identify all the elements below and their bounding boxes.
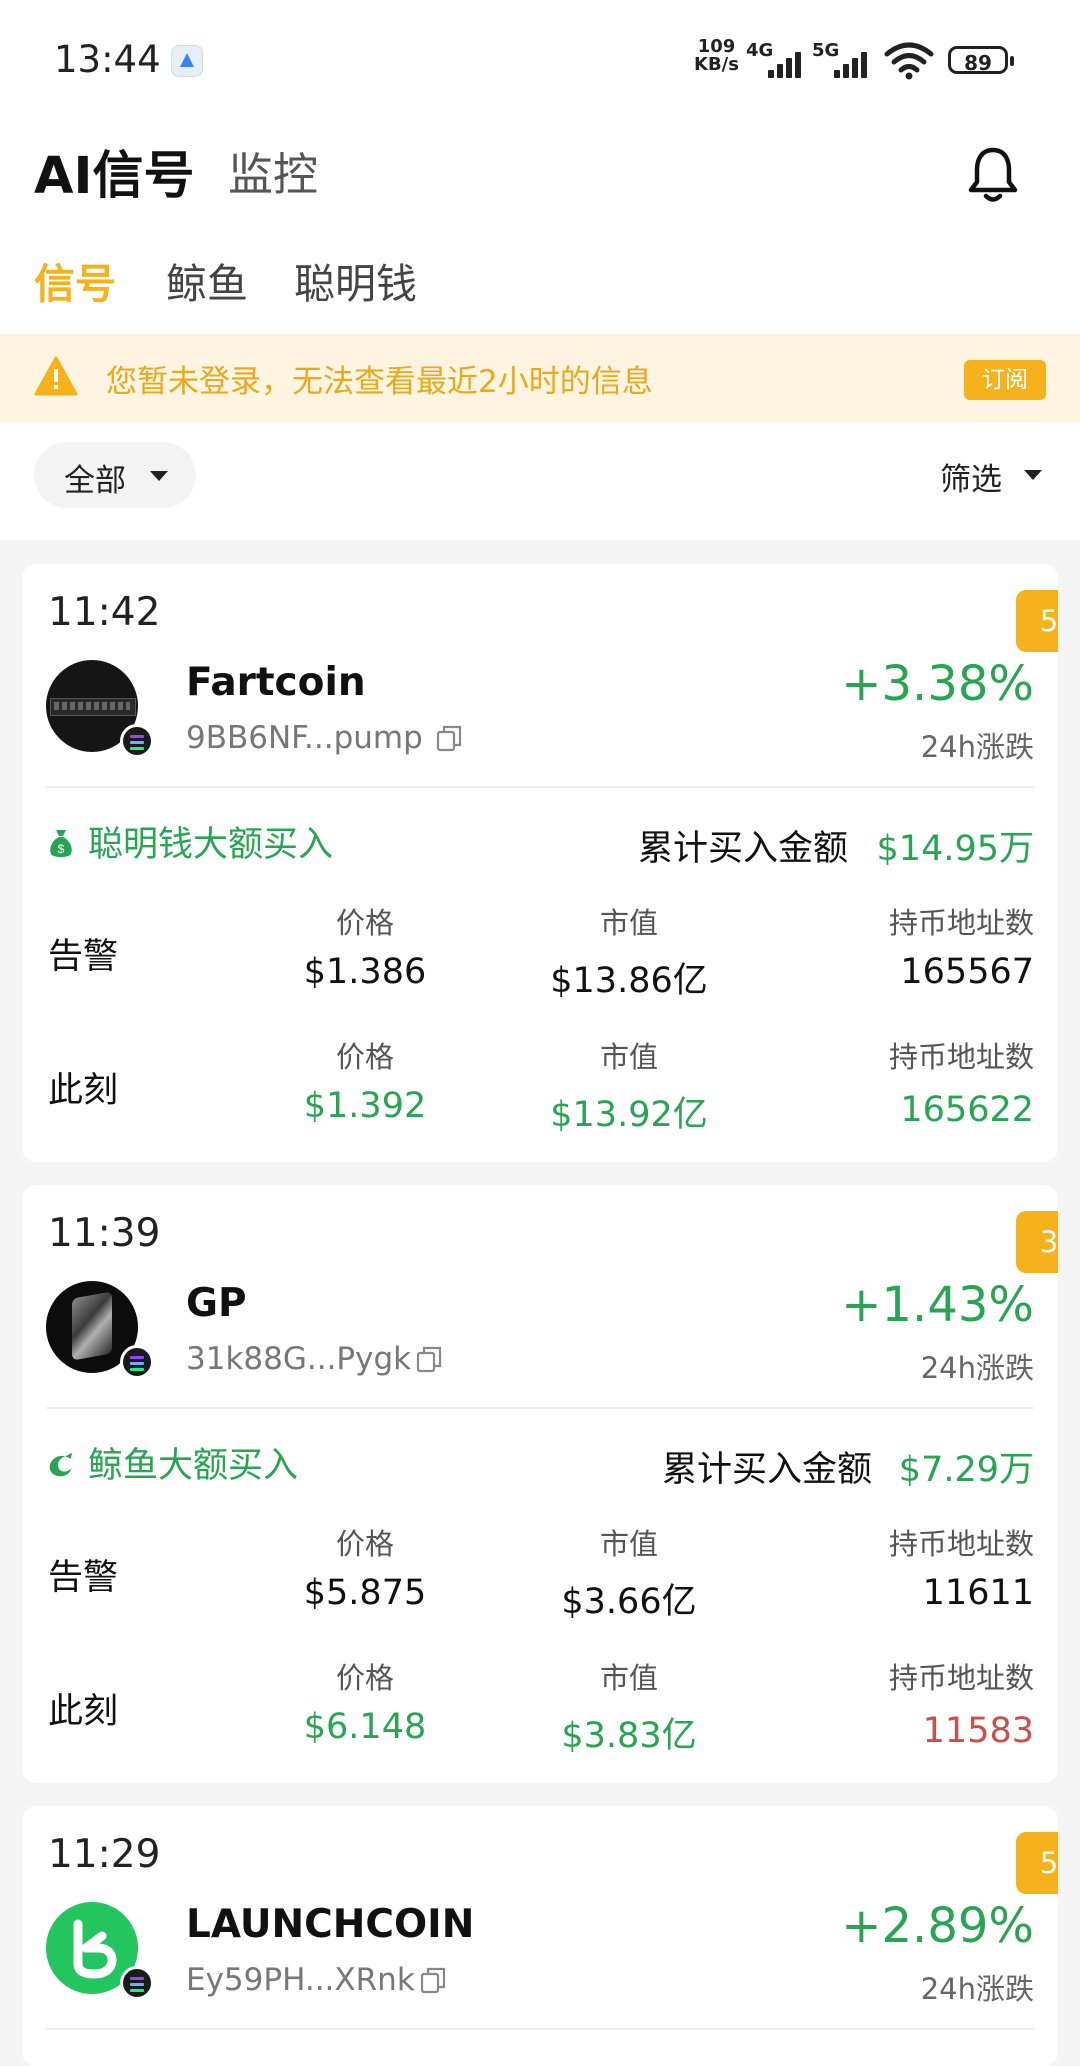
- signal-count-badge: 5: [1016, 1832, 1058, 1894]
- login-notice: 您暂未登录，无法查看最近2小时的信息 订阅: [0, 334, 1080, 422]
- token-name: GP: [186, 1281, 247, 1326]
- signal-type-label: 鲸鱼大额买入: [88, 1446, 299, 1486]
- signal-count-badge: 3: [1016, 1211, 1058, 1273]
- price-change-label: 24h涨跌: [920, 1351, 1034, 1385]
- tab-smart-money[interactable]: 聪明钱: [294, 250, 417, 310]
- holders-header: 持币地址数: [888, 1040, 1034, 1074]
- monitor-tab[interactable]: 监控: [228, 138, 318, 203]
- whale-icon: [49, 1452, 73, 1477]
- divider: [46, 2028, 1034, 2030]
- scope-dropdown[interactable]: 全部: [34, 442, 196, 508]
- card-time: 11:39: [48, 1211, 161, 1256]
- token-address: 31k88G...Pygk: [186, 1341, 412, 1377]
- total-buy-label: 累计买入金额: [637, 829, 848, 869]
- alert-row-label: 告警: [48, 937, 119, 977]
- now-holders: 165622: [900, 1090, 1034, 1130]
- signal-card[interactable]: 11:42 5 Fartcoin 9BB6NF...pump +3.38% 24…: [22, 564, 1058, 1162]
- page-title: AI信号: [34, 147, 195, 206]
- warning-icon: [34, 356, 78, 396]
- now-mcap: $13.92亿: [550, 1095, 708, 1135]
- card-time: 11:29: [48, 1832, 161, 1877]
- signal-bars-icon: [768, 50, 810, 78]
- filter-dropdown[interactable]: 筛选: [940, 454, 1050, 500]
- subscribe-button[interactable]: 订阅: [964, 360, 1046, 400]
- now-row-label: 此刻: [48, 1692, 119, 1732]
- token-address: 9BB6NF...pump: [186, 720, 423, 756]
- top-area: 13:44 109 KB/s 4G 5G 89 AI信号 监控 信号 鲸鱼 聪明…: [0, 0, 1080, 540]
- signal-type-label: 聪明钱大额买入: [88, 825, 334, 865]
- price-change: +2.89%: [841, 1898, 1034, 1954]
- scope-label: 全部: [64, 463, 126, 499]
- price-change: +3.38%: [841, 656, 1034, 712]
- total-buy-value: $7.29万: [898, 1450, 1034, 1490]
- net-speed-unit: KB/s: [694, 54, 739, 75]
- copy-icon[interactable]: [436, 724, 462, 752]
- network-speed: 109 KB/s: [694, 38, 739, 74]
- solana-chain-icon: [120, 1966, 154, 2000]
- solana-chain-icon: [120, 724, 154, 758]
- solana-chain-icon: [120, 1345, 154, 1379]
- caret-down-icon: [150, 471, 168, 481]
- app-notification-icon: [171, 45, 203, 77]
- alert-mcap: $13.86亿: [550, 961, 708, 1001]
- token-address: Ey59PH...XRnk: [186, 1962, 415, 1998]
- signal-bars-icon: [834, 50, 876, 78]
- money-bag-icon: $: [50, 830, 72, 857]
- holders-header: 持币地址数: [888, 1661, 1034, 1695]
- status-bar: 13:44 109 KB/s 4G 5G 89: [0, 0, 1080, 120]
- status-time: 13:44: [54, 38, 161, 81]
- mcap-header: 市值: [599, 906, 658, 940]
- alert-mcap: $3.66亿: [561, 1582, 697, 1622]
- now-row-label: 此刻: [48, 1071, 119, 1111]
- mcap-header: 市值: [599, 1527, 658, 1561]
- filter-label: 筛选: [940, 462, 1002, 498]
- copy-icon[interactable]: [416, 1345, 442, 1373]
- wifi-icon: [884, 42, 934, 80]
- signal-card[interactable]: 11:39 3 GP 31k88G...Pygk +1.43% 24h涨跌 鲸鱼…: [22, 1185, 1058, 1783]
- holders-header: 持币地址数: [888, 1527, 1034, 1561]
- signal-count-badge: 5: [1016, 590, 1058, 652]
- copy-icon[interactable]: [420, 1966, 446, 1994]
- card-time: 11:42: [48, 590, 161, 635]
- now-mcap: $3.83亿: [561, 1716, 697, 1756]
- alert-holders: 11611: [922, 1573, 1034, 1613]
- signal-card[interactable]: 11:29 5 LAUNCHCOIN Ey59PH...XRnk +2.89% …: [22, 1806, 1058, 2066]
- notice-text: 您暂未登录，无法查看最近2小时的信息: [106, 364, 653, 400]
- tab-whale[interactable]: 鲸鱼: [166, 250, 248, 310]
- token-name: Fartcoin: [186, 660, 366, 705]
- signal-type: 鲸鱼大额买入: [48, 1437, 298, 1488]
- price-change-label: 24h涨跌: [920, 1972, 1034, 2006]
- tab-signal[interactable]: 信号: [34, 250, 116, 310]
- divider: [46, 786, 1034, 788]
- price-change: +1.43%: [841, 1277, 1034, 1333]
- total-buy-value: $14.95万: [876, 829, 1034, 869]
- svg-text:$: $: [58, 842, 65, 856]
- divider: [46, 1407, 1034, 1409]
- token-name: LAUNCHCOIN: [186, 1902, 475, 1947]
- price-change-label: 24h涨跌: [920, 730, 1034, 764]
- mcap-header: 市值: [599, 1040, 658, 1074]
- alert-row-label: 告警: [48, 1558, 119, 1598]
- holders-header: 持币地址数: [888, 906, 1034, 940]
- caret-down-icon: [1024, 470, 1042, 480]
- now-holders: 11583: [922, 1711, 1034, 1751]
- alert-holders: 165567: [900, 952, 1034, 992]
- mcap-header: 市值: [599, 1661, 658, 1695]
- total-buy-label: 累计买入金额: [661, 1450, 872, 1490]
- signal-type: $ 聪明钱大额买入: [48, 816, 333, 867]
- battery-indicator: 89: [948, 46, 1014, 75]
- bell-icon[interactable]: [966, 146, 1020, 204]
